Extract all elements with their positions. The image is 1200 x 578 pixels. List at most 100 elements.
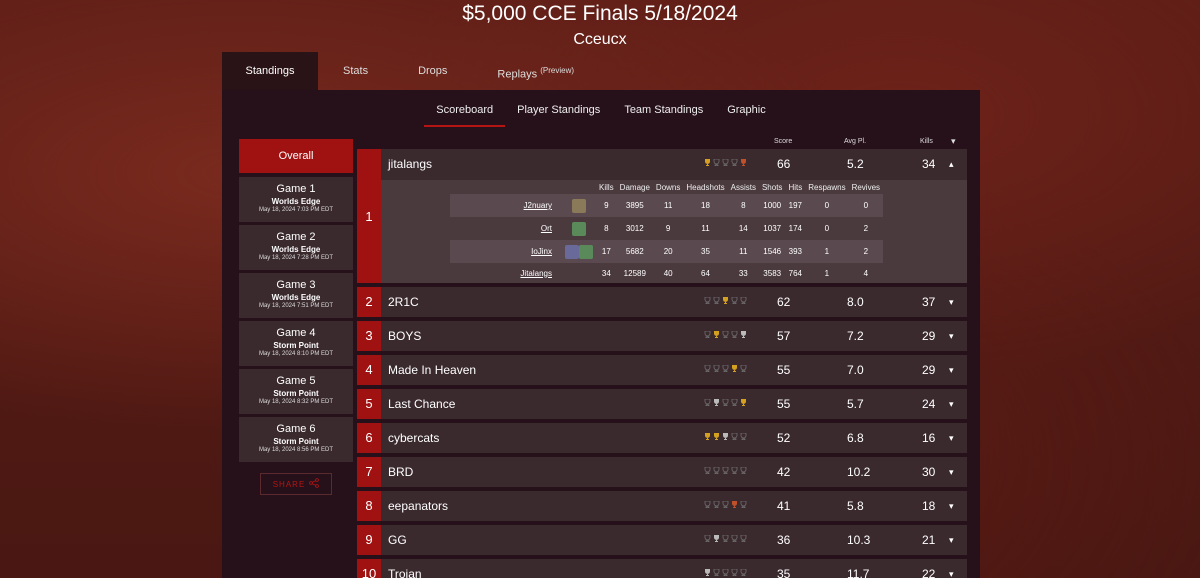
team-score: 57 <box>777 329 791 343</box>
team-avg: 7.0 <box>847 363 864 377</box>
preview-badge: (Preview) <box>540 66 575 75</box>
tab-standings[interactable]: Standings <box>222 52 318 90</box>
stat-cell: 14 <box>738 224 748 233</box>
trophy-icon <box>713 159 720 166</box>
trophy-icon <box>704 467 711 474</box>
trophy-icon <box>704 399 711 406</box>
subtab-team-standings[interactable]: Team Standings <box>612 102 715 127</box>
subtab-graphic[interactable]: Graphic <box>715 102 778 127</box>
chevron-up-icon[interactable]: ▴ <box>949 149 954 179</box>
team-total-link[interactable]: Jitalangs <box>450 263 562 283</box>
trophy-icon <box>731 365 738 372</box>
team-avg: 10.2 <box>847 465 871 479</box>
chevron-down-icon[interactable]: ▾ <box>949 355 954 385</box>
game-title: Game 6 <box>276 423 316 435</box>
player-name-link[interactable]: IoJinx <box>450 240 562 263</box>
col-score[interactable]: Score <box>774 138 792 145</box>
team-row-header[interactable]: jitalangs 66 5.2 34 ▴ <box>357 149 967 179</box>
team-row[interactable]: 6 cybercats 52 6.8 16 ▾ <box>357 423 967 453</box>
sort-chevron-icon[interactable]: ▾ <box>951 136 956 147</box>
team-score: 66 <box>777 157 791 171</box>
sidebar-item-game-5[interactable]: Game 5 Storm Point May 18, 2024 8:32 PM … <box>239 369 353 414</box>
player-stats-table: Kills Damage Downs Headshots Assists Sho… <box>450 180 884 283</box>
subtab-player-standings[interactable]: Player Standings <box>505 102 612 127</box>
subtab-scoreboard[interactable]: Scoreboard <box>424 102 506 127</box>
team-kills: 22 <box>922 567 936 578</box>
col-revives: Revives <box>851 182 881 192</box>
player-row: IoJinx 17 5682 20 35 11 1546 393 1 2 <box>450 240 884 263</box>
stat-cell: 764 <box>788 268 802 278</box>
team-name: Last Chance <box>388 397 456 411</box>
player-row: J2nuary 9 3895 11 18 8 1000 197 0 0 <box>450 194 884 217</box>
stat-cell: 9 <box>596 194 617 217</box>
stat-cell: 11 <box>727 240 759 263</box>
stat-cell: 0 <box>848 194 884 217</box>
sidebar-item-game-1[interactable]: Game 1 Worlds Edge May 18, 2024 7:03 PM … <box>239 177 353 222</box>
team-name: GG <box>388 533 407 547</box>
trophy-icons <box>704 399 747 406</box>
stat-cell: 3895 <box>616 194 653 217</box>
player-name-link[interactable]: J2nuary <box>450 194 562 217</box>
game-date: May 18, 2024 8:32 PM EDT <box>258 399 334 405</box>
team-avg: 8.0 <box>847 295 864 309</box>
sidebar-item-game-3[interactable]: Game 3 Worlds Edge May 18, 2024 7:51 PM … <box>239 273 353 318</box>
trophy-icon <box>740 399 747 406</box>
team-row[interactable]: 8 eepanators 41 5.8 18 ▾ <box>357 491 967 521</box>
chevron-down-icon[interactable]: ▾ <box>949 423 954 453</box>
sidebar-item-overall[interactable]: Overall <box>239 139 353 173</box>
col-kills[interactable]: Kills <box>920 138 933 145</box>
team-row[interactable]: 9 GG 36 10.3 21 ▾ <box>357 525 967 555</box>
trophy-icons <box>704 297 747 304</box>
trophy-icon <box>740 297 747 304</box>
stat-cell: 197 <box>785 194 806 217</box>
sidebar-item-game-4[interactable]: Game 4 Storm Point May 18, 2024 8:10 PM … <box>239 321 353 366</box>
chevron-down-icon[interactable]: ▾ <box>949 559 954 578</box>
tab-stats[interactable]: Stats <box>318 52 393 90</box>
team-avg: 7.2 <box>847 329 864 343</box>
tab-drops[interactable]: Drops <box>393 52 472 90</box>
stat-cell: 1000 <box>758 194 786 217</box>
trophy-icons <box>704 569 747 576</box>
trophy-icon <box>722 159 729 166</box>
trophy-icon <box>713 501 720 508</box>
page-header: $5,000 CCE Finals 5/18/2024 Cceucx <box>0 0 1200 49</box>
team-row[interactable]: 2 2R1C 62 8.0 37 ▾ <box>357 287 967 317</box>
stat-cell: 35 <box>683 240 728 263</box>
sidebar-item-game-2[interactable]: Game 2 Worlds Edge May 18, 2024 7:28 PM … <box>239 225 353 270</box>
stat-cell: 12589 <box>623 268 646 278</box>
stat-cell: 5682 <box>616 240 653 263</box>
team-row[interactable]: 10 Trojan 35 11.7 22 ▾ <box>357 559 967 578</box>
stat-cell: 18 <box>683 194 728 217</box>
team-row[interactable]: 7 BRD 42 10.2 30 ▾ <box>357 457 967 487</box>
chevron-down-icon[interactable]: ▾ <box>949 321 954 351</box>
chevron-down-icon[interactable]: ▾ <box>949 491 954 521</box>
trophy-icon <box>713 467 720 474</box>
trophy-icon <box>722 297 729 304</box>
trophy-icons <box>704 365 747 372</box>
trophy-icon <box>704 501 711 508</box>
team-row[interactable]: 3 BOYS 57 7.2 29 ▾ <box>357 321 967 351</box>
team-rank: 4 <box>357 355 381 385</box>
team-rank: 6 <box>357 423 381 453</box>
share-button[interactable]: SHARE <box>260 473 332 495</box>
team-rank: 2 <box>357 287 381 317</box>
chevron-down-icon[interactable]: ▾ <box>949 287 954 317</box>
team-name: eepanators <box>388 499 449 513</box>
stat-cell: 1 <box>824 268 830 278</box>
team-row[interactable]: 4 Made In Heaven 55 7.0 29 ▾ <box>357 355 967 385</box>
stat-cell: 17 <box>596 240 617 263</box>
team-rank: 5 <box>357 389 381 419</box>
chevron-down-icon[interactable]: ▾ <box>949 457 954 487</box>
col-avg-placement[interactable]: Avg Pl. <box>844 138 866 145</box>
team-name: Made In Heaven <box>388 363 477 377</box>
chevron-down-icon[interactable]: ▾ <box>949 389 954 419</box>
tab-replays[interactable]: Replays (Preview) <box>472 52 599 90</box>
chevron-down-icon[interactable]: ▾ <box>949 525 954 555</box>
stat-cell: 33 <box>738 268 748 278</box>
sidebar-item-game-6[interactable]: Game 6 Storm Point May 18, 2024 8:56 PM … <box>239 417 353 462</box>
player-name-link[interactable]: Ort <box>450 217 562 240</box>
stat-cell: 393 <box>785 240 806 263</box>
team-row[interactable]: 5 Last Chance 55 5.7 24 ▾ <box>357 389 967 419</box>
stat-cell: 2 <box>863 224 869 233</box>
stat-cell: 0 <box>805 194 849 217</box>
